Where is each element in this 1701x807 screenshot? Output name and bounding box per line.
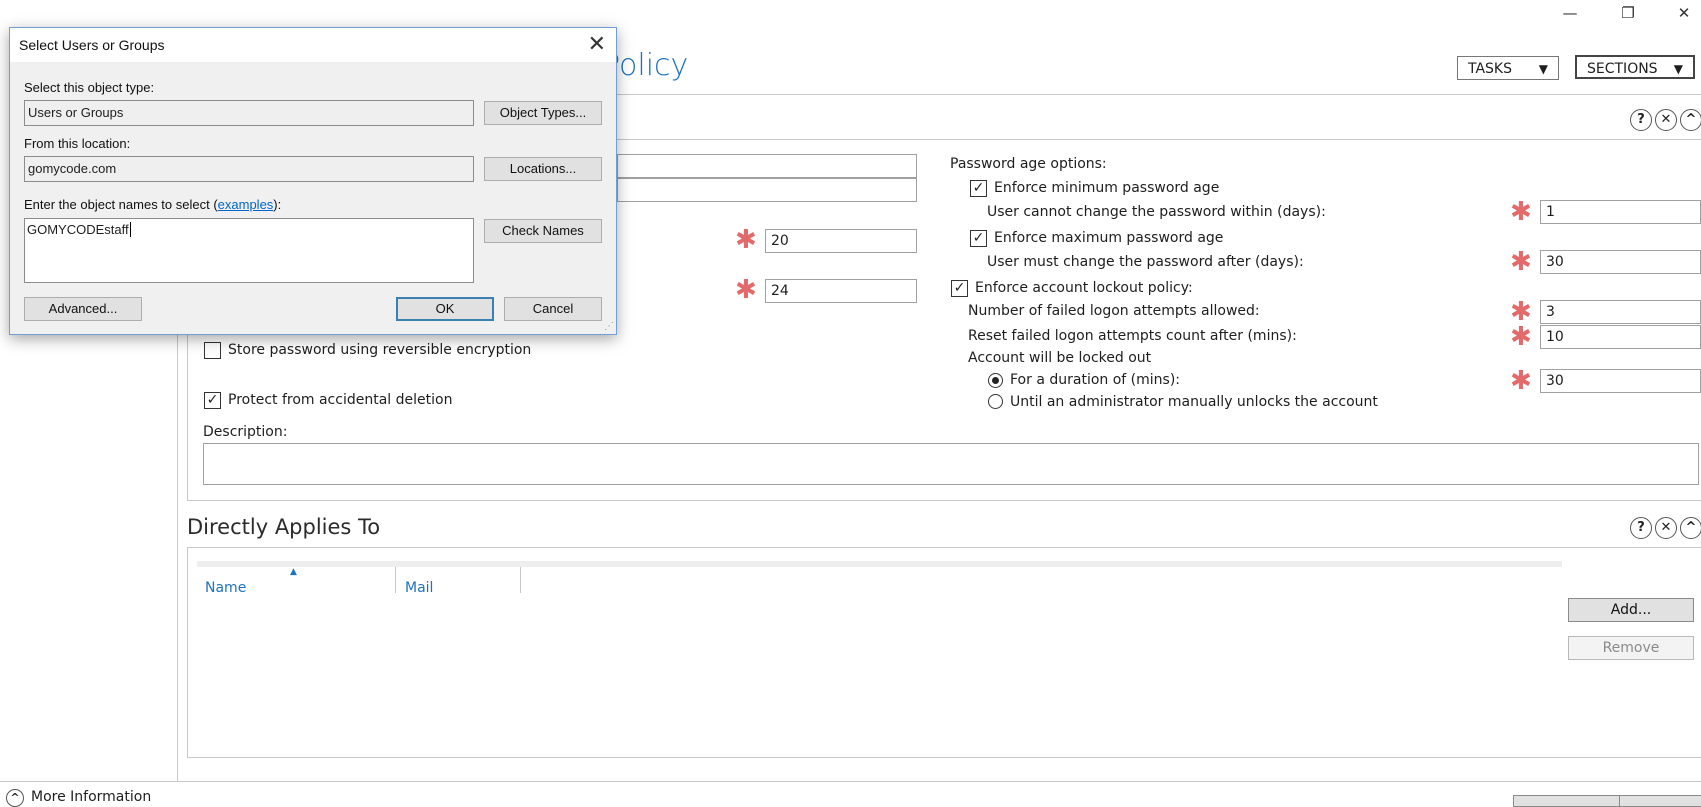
- locked-out-label: Account will be locked out: [968, 350, 1152, 366]
- dialog-title: Select Users or Groups: [19, 37, 165, 53]
- description-label: Description:: [203, 424, 288, 440]
- applies-left-border: [187, 547, 188, 757]
- reset-count-label: Reset failed logon attempts count after …: [968, 328, 1297, 344]
- max-days-label: User must change the password after (day…: [987, 254, 1304, 270]
- location-field: gomycode.com: [24, 156, 474, 182]
- location-label: From this location:: [24, 136, 131, 151]
- duration-label: For a duration of (mins):: [1010, 372, 1180, 388]
- object-type-label: Select this object type:: [24, 80, 155, 95]
- cancel-button[interactable]: Cancel: [504, 297, 602, 321]
- object-type-field: Users or Groups: [24, 100, 474, 126]
- enforce-min-age-checkbox[interactable]: ✓: [970, 180, 987, 197]
- applies-bottom-border: [187, 757, 1701, 758]
- column-header-name[interactable]: Name: [205, 580, 246, 596]
- lockout-policy-checkbox[interactable]: ✓: [951, 280, 968, 297]
- collapse-icon[interactable]: ^: [1680, 517, 1701, 539]
- locations-button[interactable]: Locations...: [484, 157, 602, 181]
- admin-unlock-label: Until an administrator manually unlocks …: [1010, 394, 1378, 410]
- close-window-button[interactable]: ✕: [1668, 2, 1700, 24]
- close-icon[interactable]: ✕: [588, 31, 606, 57]
- required-icon: ✱: [1510, 322, 1532, 352]
- object-names-label-prefix: Enter the object names to select (: [24, 197, 218, 212]
- min-days-field[interactable]: 1: [1540, 200, 1701, 224]
- sort-ascending-icon: ▲: [290, 567, 297, 577]
- help-icon[interactable]: ?: [1630, 517, 1652, 539]
- select-users-dialog: Select Users or Groups ✕ Select this obj…: [9, 27, 617, 335]
- description-field[interactable]: [203, 443, 1699, 485]
- password-age-options-label: Password age options:: [950, 156, 1107, 172]
- sections-dropdown[interactable]: SECTIONS ▼: [1575, 55, 1695, 79]
- duration-field[interactable]: 30: [1540, 369, 1701, 393]
- duration-radio[interactable]: [988, 373, 1003, 388]
- text-field-top-2[interactable]: [617, 178, 917, 202]
- object-names-label: Enter the object names to select (exampl…: [24, 197, 281, 212]
- column-header-mail[interactable]: Mail: [405, 580, 433, 596]
- enforce-min-age-label: Enforce minimum password age: [994, 180, 1220, 196]
- required-icon: ✱: [1510, 197, 1532, 227]
- object-types-button[interactable]: Object Types...: [484, 101, 602, 125]
- footer-divider: [0, 781, 1701, 782]
- advanced-button[interactable]: Advanced...: [24, 297, 142, 321]
- directly-applies-title: Directly Applies To: [187, 515, 381, 539]
- remove-button[interactable]: Remove: [1568, 636, 1694, 660]
- numeric-field-a[interactable]: 20: [765, 229, 917, 253]
- lockout-policy-label: Enforce account lockout policy:: [975, 280, 1193, 296]
- min-days-label: User cannot change the password within (…: [987, 204, 1326, 220]
- column-divider: [520, 567, 521, 593]
- admin-unlock-radio[interactable]: [988, 394, 1003, 409]
- restore-button[interactable]: ❐: [1612, 2, 1644, 24]
- failed-attempts-field[interactable]: 3: [1540, 300, 1701, 324]
- failed-attempts-label: Number of failed logon attempts allowed:: [968, 303, 1260, 319]
- object-names-value: GOMYCODEstaff: [27, 222, 129, 237]
- required-icon: ✱: [1510, 366, 1532, 396]
- column-divider: [395, 567, 396, 593]
- ok-button[interactable]: OK: [396, 297, 494, 321]
- reset-count-field[interactable]: 10: [1540, 325, 1701, 349]
- close-section-icon[interactable]: ✕: [1655, 517, 1677, 539]
- expand-icon[interactable]: ^: [6, 789, 24, 807]
- section-header-border: [617, 139, 1701, 140]
- tasks-label: TASKS: [1468, 61, 1512, 77]
- dialog-titlebar: Select Users or Groups ✕: [10, 28, 616, 62]
- footer-button-1[interactable]: [1513, 795, 1629, 807]
- close-section-icon[interactable]: ✕: [1655, 109, 1677, 131]
- footer-button-2[interactable]: [1619, 795, 1701, 807]
- more-information-link[interactable]: More Information: [31, 789, 151, 805]
- protect-deletion-checkbox[interactable]: ✓: [204, 392, 221, 409]
- chevron-down-icon: ▼: [1673, 62, 1683, 76]
- section-bottom-border: [187, 500, 1701, 501]
- sections-label: SECTIONS: [1587, 61, 1658, 77]
- resize-grip-icon[interactable]: ⋰: [604, 321, 614, 332]
- max-days-field[interactable]: 30: [1540, 250, 1701, 274]
- minimize-button[interactable]: —: [1554, 2, 1586, 24]
- protect-deletion-label: Protect from accidental deletion: [228, 392, 453, 408]
- tasks-dropdown[interactable]: TASKS ▼: [1457, 56, 1559, 80]
- enforce-max-age-label: Enforce maximum password age: [994, 230, 1224, 246]
- help-icon[interactable]: ?: [1630, 109, 1652, 131]
- examples-link[interactable]: examples: [218, 197, 274, 212]
- check-names-button[interactable]: Check Names: [484, 219, 602, 243]
- section-left-border: [187, 335, 188, 500]
- object-names-label-suffix: ):: [273, 197, 282, 212]
- text-field-top-1[interactable]: [617, 154, 917, 178]
- add-button[interactable]: Add...: [1568, 598, 1694, 622]
- required-icon: ✱: [1510, 247, 1532, 277]
- enforce-max-age-checkbox[interactable]: ✓: [970, 230, 987, 247]
- applies-top-border: [187, 547, 1701, 548]
- collapse-icon[interactable]: ^: [1680, 109, 1701, 131]
- store-reversible-label: Store password using reversible encrypti…: [228, 342, 532, 358]
- numeric-field-b[interactable]: 24: [765, 279, 917, 303]
- store-reversible-checkbox[interactable]: [204, 342, 221, 359]
- chevron-down-icon: ▼: [1538, 62, 1548, 76]
- object-names-input[interactable]: GOMYCODEstaff: [24, 218, 474, 283]
- applies-table: ▲ Name Mail: [197, 561, 1562, 755]
- required-icon: ✱: [735, 275, 757, 305]
- required-icon: ✱: [735, 225, 757, 255]
